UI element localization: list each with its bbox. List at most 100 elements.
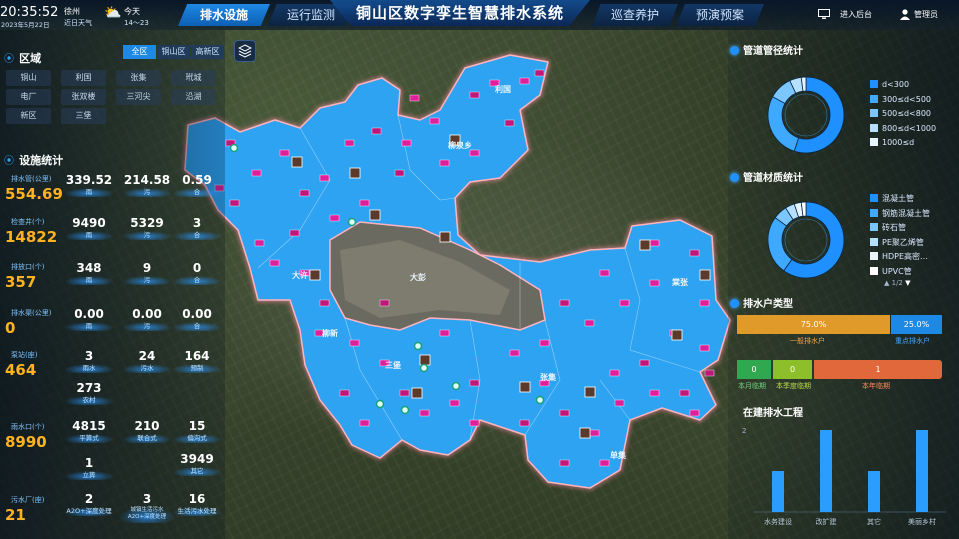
region-chip[interactable]: 沿湖 xyxy=(171,89,216,105)
legend-item[interactable]: HDPE高密... xyxy=(870,251,928,262)
legend-label: 800≤d<1000 xyxy=(882,123,937,133)
map-place-label: 三堡 xyxy=(385,360,401,370)
legend-item[interactable]: PE聚乙烯管 xyxy=(870,237,924,248)
filter-all[interactable]: 全区 xyxy=(123,45,156,59)
outfall-marker xyxy=(251,169,262,177)
legend-item[interactable]: UPVC管 xyxy=(870,266,912,277)
region-chip[interactable]: 铜山 xyxy=(6,70,51,86)
weather-today: 今天 xyxy=(124,7,140,16)
map-place-label: 柳泉乡 xyxy=(448,140,472,150)
pipe-material-donut[interactable] xyxy=(764,198,848,282)
donut-slice[interactable] xyxy=(767,217,793,272)
legend-item[interactable]: 钢筋混凝土管 xyxy=(870,208,930,219)
treatment-plant-marker xyxy=(375,399,385,409)
legend-item[interactable]: 500≤d<800 xyxy=(870,109,931,118)
treatment-plant-marker xyxy=(419,363,429,373)
region-chip[interactable]: 新区 xyxy=(6,108,51,124)
map-place-label: 柳新 xyxy=(322,328,338,338)
stat-value-label: 合 xyxy=(172,322,222,331)
legend-item[interactable]: 1000≤d xyxy=(870,138,914,147)
outfall-marker xyxy=(469,149,480,157)
outfall-marker xyxy=(649,279,660,287)
filter-hi-tech[interactable]: 高新区 xyxy=(191,45,224,59)
region-chip[interactable]: 三堡 xyxy=(61,108,106,124)
outfall-marker xyxy=(449,399,460,407)
tab-inspection-maintenance[interactable]: 巡查养护 xyxy=(592,4,678,26)
outfall-marker xyxy=(379,299,390,307)
stat-value-label: 联合式 xyxy=(122,434,172,443)
region-chip[interactable]: 电厂 xyxy=(6,89,51,105)
expiry-month-bar[interactable]: 0 xyxy=(737,360,771,379)
layer-toggle-button[interactable] xyxy=(234,40,256,62)
legend-item[interactable]: 300≤d<500 xyxy=(870,94,931,104)
page-title: 铜山区数字孪生智慧排水系统 xyxy=(355,4,564,22)
stat-category-name: 排放口(个) xyxy=(11,263,45,271)
outfall-marker xyxy=(359,419,370,427)
region-chip[interactable]: 玳城 xyxy=(171,70,216,86)
pipe-diameter-donut[interactable] xyxy=(764,73,848,157)
next-arrow-icon[interactable]: ▼ xyxy=(905,279,910,287)
stat-value-label: 雨 xyxy=(64,231,114,240)
legend-item[interactable]: 800≤d<1000 xyxy=(870,123,937,133)
map-place-label: 大许 xyxy=(292,270,308,280)
tab-drainage-facilities[interactable]: 排水设施 xyxy=(178,4,270,26)
tab-rehearsal-plan[interactable]: 预演预案 xyxy=(676,4,764,26)
legend-pager[interactable]: ▲ 1/2 ▼ xyxy=(884,279,911,287)
x-tick-label: 水务建设 xyxy=(764,517,792,526)
stat-value: 3 xyxy=(192,216,202,230)
stat-value-label: 城镇生活污水 A2O+深度处理 xyxy=(119,507,175,523)
bar-美丽乡村[interactable] xyxy=(916,430,928,512)
region-chip[interactable]: 张集 xyxy=(116,70,161,86)
stat-value-label: 农村 xyxy=(64,396,114,405)
admin-link[interactable]: 进入后台 xyxy=(818,8,880,22)
outfall-marker xyxy=(614,399,625,407)
key-household-segment[interactable]: 25.0% xyxy=(891,315,942,334)
stat-value: 0.00 xyxy=(182,307,212,321)
legend-swatch xyxy=(870,208,878,217)
expiry-year-label: 本年临期 xyxy=(862,382,890,390)
stat-category-total: 0 xyxy=(5,319,16,337)
outfall-marker xyxy=(344,139,355,147)
legend-label: 500≤d<800 xyxy=(882,109,932,118)
expiry-month-label: 本月临期 xyxy=(738,382,766,390)
legend-swatch xyxy=(870,94,878,103)
pump-station-marker xyxy=(411,387,423,399)
donut-slice[interactable] xyxy=(767,96,800,152)
region-chip[interactable]: 利国 xyxy=(61,70,106,86)
outfall-marker xyxy=(469,379,480,387)
bar-其它[interactable] xyxy=(868,471,880,512)
region-chip[interactable]: 三河尖 xyxy=(116,89,161,105)
stat-value: 348 xyxy=(76,261,102,275)
stat-value: 3 xyxy=(142,492,152,506)
stat-category-name: 污水厂(座) xyxy=(11,496,45,504)
user-menu[interactable]: 管理员 xyxy=(900,8,958,22)
stat-value: 24 xyxy=(138,349,156,363)
region-chip[interactable]: 张双楼 xyxy=(61,89,106,105)
x-tick-label: 美丽乡村 xyxy=(908,517,936,526)
stat-value-label: 雨 xyxy=(64,188,114,197)
legend-label: 钢筋混凝土管 xyxy=(882,208,930,218)
legend-swatch xyxy=(870,252,878,260)
section-dot-icon xyxy=(730,299,739,308)
filter-tongshan[interactable]: 铜山区 xyxy=(157,45,190,59)
legend-item[interactable]: 砖石管 xyxy=(870,222,906,233)
expiry-quarter-bar[interactable]: 0 xyxy=(773,360,812,379)
household-type-bar[interactable]: 75.0% 25.0% xyxy=(737,315,942,334)
legend-item[interactable]: 混凝土管 xyxy=(870,193,914,204)
outfall-marker xyxy=(609,369,620,377)
outfall-marker xyxy=(319,299,330,307)
bar-水务建设[interactable] xyxy=(772,471,784,512)
section-dot-icon xyxy=(730,173,739,182)
bar-改扩建[interactable] xyxy=(820,430,832,512)
outfall-marker xyxy=(704,369,715,377)
general-household-segment[interactable]: 75.0% xyxy=(737,315,890,334)
legend-item[interactable]: d<300 xyxy=(870,80,909,89)
outfall-marker xyxy=(399,389,410,397)
construction-bar-chart[interactable]: 2 水务建设 改扩建 其它 美丽乡村 xyxy=(742,420,952,532)
outfall-marker xyxy=(409,94,420,102)
stat-category-total: 357 xyxy=(5,273,37,291)
stat-category-total: 14822 xyxy=(5,228,58,246)
prev-arrow-icon[interactable]: ▲ xyxy=(884,279,889,287)
expiry-year-bar[interactable]: 1 xyxy=(814,360,942,379)
outfall-marker xyxy=(419,409,430,417)
